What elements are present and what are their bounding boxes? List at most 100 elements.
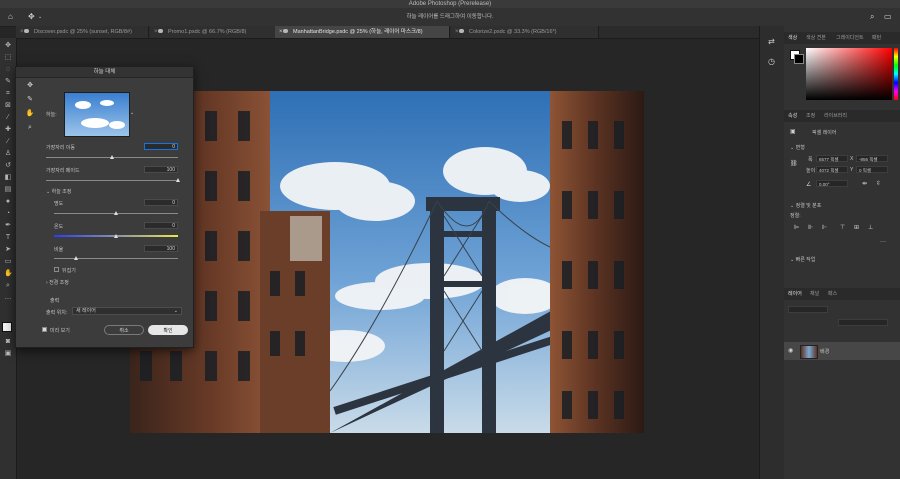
tab-promo1[interactable]: × Promo1.psdc @ 66.7% (RGB/8) <box>150 26 287 38</box>
tab-adjustments[interactable]: 조정 <box>806 110 815 122</box>
layer-row-background[interactable]: ◉ 배경 <box>784 342 900 360</box>
output-to-select[interactable]: 새 레이어 ⌄ <box>72 307 182 315</box>
chevron-down-icon[interactable]: ⌄ <box>38 13 42 21</box>
edge-shift-input[interactable]: 0 <box>144 143 178 150</box>
more-tools-icon[interactable]: … <box>4 294 12 302</box>
close-icon[interactable]: × <box>279 26 283 38</box>
type-tool-icon[interactable]: T <box>4 234 12 242</box>
layer-filter-select[interactable] <box>788 306 828 313</box>
arrange-icon[interactable]: ⇄ <box>768 38 775 46</box>
tab-gradients[interactable]: 그레이디언트 <box>836 32 864 44</box>
home-icon[interactable]: ⌂ <box>8 13 13 21</box>
chevron-down-icon[interactable]: ⌄ <box>130 109 134 117</box>
hue-slider[interactable] <box>894 48 898 100</box>
healing-tool-icon[interactable]: ✚ <box>4 126 12 134</box>
sky-preset-thumbnail[interactable] <box>64 92 130 137</box>
x-field[interactable]: -956 픽셀 <box>856 155 888 162</box>
quick-actions-section[interactable]: ⌄ 빠른 작업 <box>790 256 815 263</box>
sky-adjust-section[interactable]: ⌄ 하늘 조정 <box>46 188 71 195</box>
foreground-adjust-section[interactable]: › 전경 조정 <box>46 279 69 286</box>
tab-colorize2[interactable]: × Colorize2.psdc @ 33.3% (RGB/16*) <box>451 26 599 38</box>
sky-brush-icon[interactable]: ✎ <box>25 95 35 105</box>
tab-libraries[interactable]: 라이브러리 <box>824 110 847 122</box>
path-select-icon[interactable]: ➤ <box>4 246 12 254</box>
temperature-input[interactable]: 0 <box>144 222 178 229</box>
close-icon[interactable]: × <box>154 26 158 38</box>
flip-horizontal-icon[interactable]: ⇹ <box>862 180 867 188</box>
history-icon[interactable]: ◷ <box>768 58 775 66</box>
brightness-slider-thumb[interactable] <box>113 211 118 215</box>
hand-tool-icon[interactable]: ✋ <box>4 270 13 278</box>
scale-slider-thumb[interactable] <box>73 256 78 260</box>
fade-edge-input[interactable]: 100 <box>144 166 178 173</box>
close-icon[interactable]: × <box>20 26 24 38</box>
brush-tool-icon[interactable]: ∕ <box>4 138 12 146</box>
edge-shift-slider-thumb[interactable] <box>109 155 114 159</box>
pen-tool-icon[interactable]: ✒ <box>4 222 12 230</box>
marquee-tool-icon[interactable]: ⬚ <box>4 54 12 62</box>
eraser-tool-icon[interactable]: ◧ <box>4 174 12 182</box>
more-options-icon[interactable]: ··· <box>880 238 886 246</box>
w-field[interactable]: 6577 픽셀 <box>816 155 848 162</box>
eyedropper-tool-icon[interactable]: ⁄ <box>4 114 12 122</box>
flip-vertical-icon[interactable]: ⇳ <box>876 180 881 188</box>
transform-section[interactable]: ⌄ 변형 <box>790 144 805 151</box>
align-middle-icon[interactable]: ⊞ <box>854 224 859 232</box>
align-right-icon[interactable]: ⊩ <box>822 224 827 232</box>
shape-tool-icon[interactable]: ▭ <box>4 258 12 266</box>
cancel-button[interactable]: 취소 <box>104 325 144 335</box>
frame-tool-icon[interactable]: ⊠ <box>4 102 12 110</box>
tab-discover[interactable]: × Discover.psdc @ 25% (sunset, RGB/8#) <box>16 26 149 38</box>
visibility-eye-icon[interactable]: ◉ <box>788 347 793 355</box>
screen-mode-icon[interactable]: ▣ <box>4 350 12 358</box>
quick-select-tool-icon[interactable]: ✎ <box>4 78 12 86</box>
align-top-icon[interactable]: ⊤ <box>840 224 845 232</box>
move-tool-icon[interactable]: ✥ <box>28 13 35 21</box>
tab-swatches[interactable]: 색상 견본 <box>806 32 826 44</box>
move-tool-icon[interactable]: ✥ <box>4 42 12 50</box>
stamp-tool-icon[interactable]: ♙ <box>4 150 12 158</box>
align-left-icon[interactable]: ⊫ <box>794 224 799 232</box>
fade-edge-slider-thumb[interactable] <box>175 178 180 182</box>
tab-manhattan-bridge[interactable]: × ManhattanBridge.psdc @ 25% (하늘, 레이어 마스… <box>275 26 450 38</box>
crop-tool-icon[interactable]: ⌗ <box>4 90 12 98</box>
align-center-icon[interactable]: ⊪ <box>808 224 813 232</box>
align-bottom-icon[interactable]: ⊥ <box>868 224 873 232</box>
tab-layers[interactable]: 레이어 <box>788 288 802 300</box>
scale-input[interactable]: 100 <box>144 245 178 252</box>
angle-field[interactable]: 0.00° <box>816 180 848 187</box>
lasso-tool-icon[interactable]: ◌ <box>4 66 12 74</box>
blend-mode-select[interactable] <box>838 319 888 326</box>
hand-tool-icon[interactable]: ✋ <box>25 109 35 119</box>
tab-properties[interactable]: 속성 <box>788 110 797 122</box>
foreground-color-swatch[interactable] <box>2 322 12 332</box>
link-icon[interactable]: ⛓ <box>790 160 798 168</box>
flip-checkbox[interactable] <box>54 267 59 272</box>
gradient-tool-icon[interactable]: ▤ <box>4 186 12 194</box>
scale-slider[interactable] <box>54 258 178 259</box>
tab-channels[interactable]: 채널 <box>810 288 819 300</box>
color-picker-field[interactable] <box>806 48 892 100</box>
align-section[interactable]: ⌄ 정렬 및 분포 <box>790 202 821 209</box>
close-icon[interactable]: × <box>455 26 459 38</box>
tab-color[interactable]: 색상 <box>788 32 797 44</box>
tab-paths[interactable]: 패스 <box>828 288 837 300</box>
temperature-slider-thumb[interactable] <box>113 234 118 238</box>
zoom-tool-icon[interactable]: ⌕ <box>4 282 12 290</box>
zoom-tool-icon[interactable]: ⌕ <box>25 123 35 133</box>
workspace-icon[interactable]: ▭ <box>884 13 892 21</box>
dodge-tool-icon[interactable]: ◔ <box>4 210 12 218</box>
document-canvas[interactable] <box>130 91 644 433</box>
fade-edge-slider[interactable] <box>46 180 178 181</box>
blur-tool-icon[interactable]: ● <box>4 198 12 206</box>
search-icon[interactable]: ⌕ <box>870 13 874 21</box>
move-tool-icon[interactable]: ✥ <box>25 81 35 91</box>
preview-checkbox[interactable] <box>42 327 47 332</box>
background-swatch-mini[interactable] <box>794 54 804 64</box>
history-brush-icon[interactable]: ↺ <box>4 162 12 170</box>
tab-patterns[interactable]: 패턴 <box>872 32 881 44</box>
h-field[interactable]: 4072 픽셀 <box>816 166 848 173</box>
y-field[interactable]: 0 픽셀 <box>856 166 888 173</box>
brightness-input[interactable]: 0 <box>144 199 178 206</box>
ok-button[interactable]: 확인 <box>148 325 188 335</box>
